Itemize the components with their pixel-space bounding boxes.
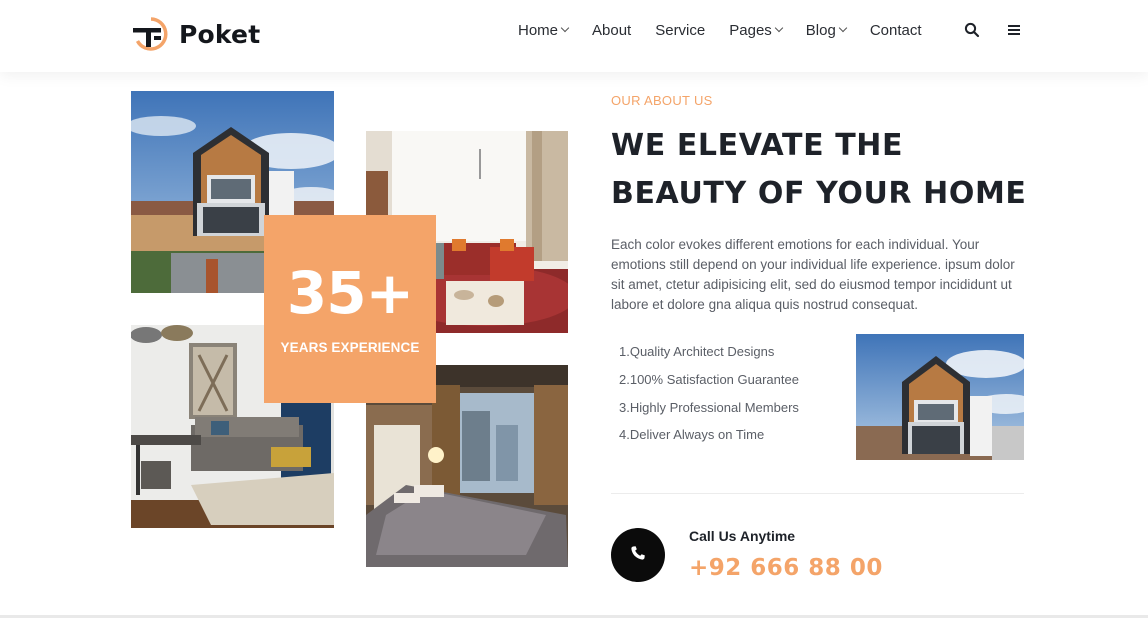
logo[interactable]: Poket <box>131 16 260 52</box>
section-headline: WE ELEVATE THE BEAUTY OF YOUR HOME <box>611 128 1027 211</box>
main-nav: Home About Service Pages Blog Contact <box>518 20 946 40</box>
nav-item-blog[interactable]: Blog <box>805 21 848 39</box>
section-eyebrow: OUR ABOUT US <box>611 93 713 108</box>
page: Poket Home About Service Pages Blog Cont… <box>0 0 1148 618</box>
list-item: 4.Deliver Always on Time <box>619 427 765 443</box>
phone-icon <box>630 545 646 566</box>
chevron-down-icon <box>560 23 570 33</box>
call-button[interactable] <box>611 528 665 582</box>
section-description: Each color evokes different emotions for… <box>611 237 1015 312</box>
experience-label: YEARS EXPERIENCE <box>280 339 420 355</box>
nav-item-label: Contact <box>869 21 922 39</box>
experience-number: 35+ <box>286 258 414 327</box>
experience-badge: 35+ YEARS EXPERIENCE <box>264 215 436 403</box>
feature-list: 1.Quality Architect Designs 2.100% Satis… <box>619 341 799 452</box>
chevron-down-icon <box>774 23 784 33</box>
logo-icon <box>131 16 171 52</box>
nav-item-home[interactable]: Home <box>518 21 570 39</box>
nav-item-label: About <box>592 21 632 39</box>
chevron-down-icon <box>838 23 848 33</box>
nav-item-label: Home <box>518 21 559 39</box>
brand-name: Poket <box>179 19 261 49</box>
divider <box>611 493 1024 494</box>
list-item: 2.100% Satisfaction Guarantee <box>619 371 799 387</box>
nav-item-label: Pages <box>729 21 772 39</box>
nav-item-about[interactable]: About <box>592 22 631 39</box>
menu-icon[interactable] <box>1006 22 1022 38</box>
nav-item-contact[interactable]: Contact <box>870 22 922 39</box>
call-label: Call Us Anytime <box>689 528 796 544</box>
site-header: Poket Home About Service Pages Blog Cont… <box>0 0 1148 72</box>
list-item: 3.Highly Professional Members <box>619 399 799 415</box>
nav-item-label: Service <box>655 21 706 39</box>
nav-item-label: Blog <box>805 21 836 39</box>
nav-item-pages[interactable]: Pages <box>729 21 784 39</box>
nav-item-service[interactable]: Service <box>655 22 705 39</box>
phone-number[interactable]: +92 666 88 00 <box>689 555 883 581</box>
search-icon[interactable] <box>964 22 980 38</box>
house-thumbnail-image <box>856 334 1024 460</box>
list-item: 1.Quality Architect Designs <box>619 344 775 359</box>
